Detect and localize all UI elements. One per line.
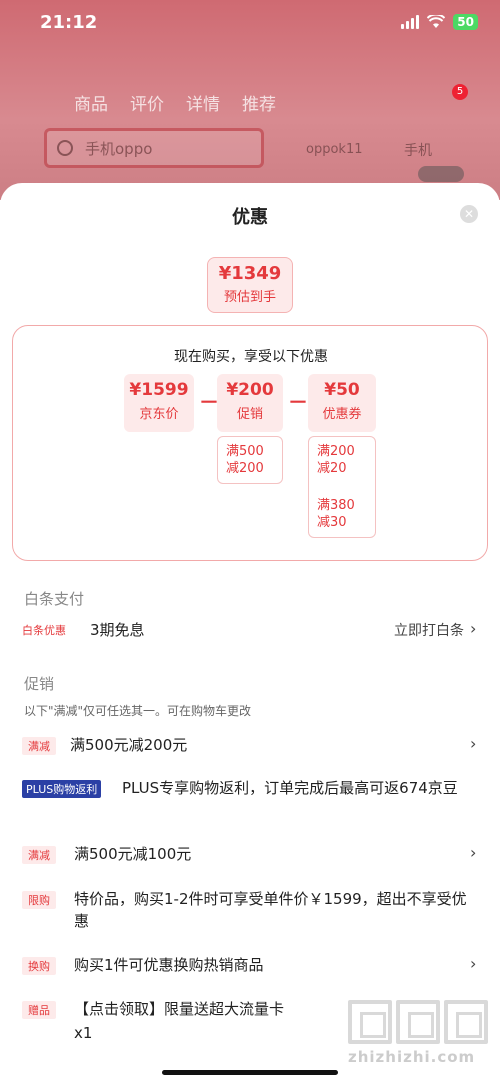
coupon-amount: ¥50	[324, 380, 360, 400]
jd-price: ¥1599	[129, 380, 189, 400]
minus-sign: －	[199, 390, 219, 414]
background-search: 手机oppo	[44, 128, 264, 168]
wifi-icon	[427, 15, 446, 28]
condition-threshold: 满380	[317, 498, 355, 513]
promo-conditions: 满500 减200	[217, 436, 283, 484]
condition-threshold: 满200	[317, 444, 355, 459]
background-keyword: 手机	[404, 143, 432, 159]
promo-section-title: 促销	[24, 675, 55, 693]
promo-tag: 满减	[22, 737, 56, 755]
background-nav: 商品 评价 详情 推荐	[74, 90, 276, 115]
baitiao-tag: 白条优惠	[22, 624, 66, 637]
coupon-pill: ¥50 优惠券	[308, 374, 376, 432]
promo-item[interactable]: 换购 购买1件可优惠换购热销商品 ›	[0, 954, 500, 978]
chevron-right-icon: ›	[470, 843, 477, 862]
promo-text: PLUS专享购物返利，订单完成后最高可返674京豆	[122, 779, 458, 797]
battery-indicator: 50	[453, 14, 478, 30]
promo-tag: 换购	[22, 957, 56, 975]
promo-item[interactable]: 满减 满500元减100元 ›	[0, 843, 500, 867]
promo-text: 满500元减100元	[74, 845, 192, 863]
search-placeholder: 手机oppo	[85, 139, 153, 158]
price-calculation: 现在购买，享受以下优惠 ¥1599 京东价 － ¥200 促销 － ¥50 优惠…	[12, 325, 488, 561]
promo-item: PLUS购物返利 PLUS专享购物返利，订单完成后最高可返674京豆	[0, 777, 500, 825]
status-bar: 21:12 50	[0, 0, 500, 44]
final-price: ¥1349	[218, 263, 282, 284]
jd-price-pill: ¥1599 京东价	[124, 374, 194, 432]
baitiao-row[interactable]: 白条优惠 3期免息 立即打白条 ›	[0, 619, 500, 643]
jd-price-label: 京东价	[139, 407, 179, 422]
baitiao-action[interactable]: 立即打白条	[394, 620, 464, 640]
promo-text: 特价品，购买1-2件时可享受单件价￥1599，超出不享受优惠	[74, 890, 467, 930]
chevron-right-icon: ›	[470, 619, 477, 638]
nav-tab: 商品	[74, 95, 108, 115]
image-pager	[418, 166, 464, 182]
final-price-box: ¥1349 预估到手	[207, 257, 293, 313]
coupon-conditions: 满200 减20 满380 减30	[308, 436, 376, 538]
promo-text: 购买1件可优惠换购热销商品	[74, 956, 264, 974]
final-price-label: 预估到手	[223, 290, 276, 305]
chevron-right-icon: ›	[470, 954, 477, 973]
coupon-label: 优惠券	[322, 407, 362, 422]
promo-item[interactable]: 满减 满500元减200元 ›	[0, 734, 500, 758]
promo-item: 限购 特价品，购买1-2件时可享受单件价￥1599，超出不享受优惠	[0, 888, 500, 936]
promo-amount: ¥200	[226, 380, 274, 400]
promo-subtext: x1	[74, 1024, 93, 1042]
nav-tab: 评价	[130, 95, 164, 115]
promo-tag: PLUS购物返利	[22, 780, 102, 798]
promo-pill: ¥200 促销	[217, 374, 283, 432]
calc-title: 现在购买，享受以下优惠	[174, 349, 328, 365]
sheet-title: 优惠	[232, 207, 268, 228]
promo-text: 【点击领取】限量送超大流量卡	[74, 1000, 285, 1018]
chevron-right-icon: ›	[470, 734, 477, 753]
watermark-site: zhizhizhi.com	[348, 1048, 476, 1066]
promo-note: 以下"满减"仅可任选其一。可在购物车更改	[24, 704, 252, 718]
signal-icon	[401, 15, 420, 29]
background-keyword: oppok11	[306, 142, 363, 157]
status-time: 21:12	[40, 11, 98, 33]
promo-text: 满500元减200元	[70, 736, 188, 754]
watermark: zhizhizhi.com	[348, 1000, 498, 1070]
search-icon	[57, 140, 73, 156]
home-indicator	[162, 1070, 338, 1075]
condition-discount: 减20	[317, 461, 347, 476]
promo-tag: 限购	[22, 891, 56, 909]
nav-tab: 详情	[186, 95, 220, 115]
watermark-logo	[348, 1000, 498, 1044]
minus-sign: －	[288, 390, 308, 414]
baitiao-section-title: 白条支付	[24, 590, 85, 608]
cart-badge: 5	[452, 84, 468, 100]
condition-discount: 减200	[226, 461, 264, 476]
nav-tab: 推荐	[242, 95, 276, 115]
promo-tag: 赠品	[22, 1001, 56, 1019]
condition-discount: 减30	[317, 515, 347, 530]
promo-label: 促销	[236, 407, 263, 422]
close-icon[interactable]: ✕	[460, 205, 478, 223]
discount-sheet: 优惠 ✕ ¥1349 预估到手 现在购买，享受以下优惠 ¥1599 京东价 － …	[0, 183, 500, 1082]
promo-tag: 满减	[22, 846, 56, 864]
condition-threshold: 满500	[226, 444, 264, 459]
baitiao-text: 3期免息	[90, 621, 145, 639]
